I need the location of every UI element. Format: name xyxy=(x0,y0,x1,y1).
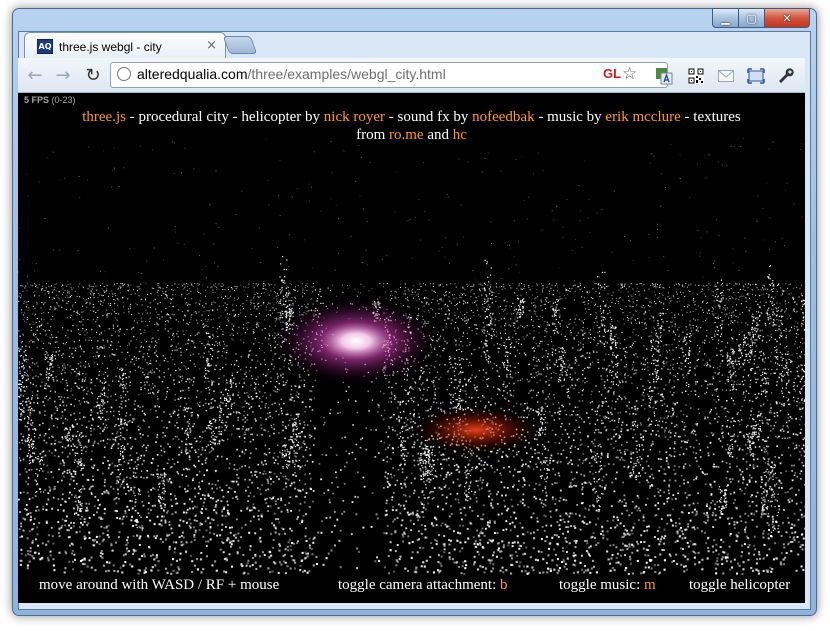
maximize-button[interactable]: ▢ xyxy=(739,8,765,28)
link-hc[interactable]: hc xyxy=(453,127,467,143)
help-music-key: m xyxy=(644,577,656,593)
webgl-viewport[interactable]: 5 FPS (0-23) three.js - procedural city … xyxy=(18,93,805,603)
link-threejs[interactable]: three.js xyxy=(82,109,126,125)
translate-icon[interactable] xyxy=(654,66,674,86)
url-path: /three/examples/webgl_city.html xyxy=(247,66,446,82)
globe-icon xyxy=(117,67,131,81)
info-text-4: - textures xyxy=(680,109,741,125)
tab-title: three.js webgl - city xyxy=(59,39,162,54)
forward-icon[interactable]: → xyxy=(52,64,74,86)
info-text-2: - sound fx by xyxy=(385,109,473,125)
caption-buttons: ▁ ▢ ✕ xyxy=(712,8,810,28)
fps-range: (0-23) xyxy=(51,95,76,105)
url-host: alteredqualia.com xyxy=(137,66,248,82)
info-text-6: and xyxy=(423,127,453,143)
helicopter xyxy=(416,408,536,452)
star-icon[interactable]: ☆ xyxy=(622,64,637,84)
link-rome[interactable]: ro.me xyxy=(389,127,424,143)
tab-close-icon[interactable]: × xyxy=(206,38,217,53)
info-text-3: - music by xyxy=(534,109,606,125)
toolbar: ← → ↻ alteredqualia.com/three/examples/w… xyxy=(18,58,805,93)
reload-icon[interactable]: ↻ xyxy=(82,64,104,86)
help-camera-key: b xyxy=(500,577,508,593)
fullscreen-icon[interactable] xyxy=(746,66,766,86)
wrench-icon[interactable] xyxy=(776,66,796,86)
pink-light-glow xyxy=(276,299,436,383)
link-nofeedbak[interactable]: nofeedbak xyxy=(472,109,534,125)
fps-value: 5 FPS xyxy=(24,95,50,105)
fps-counter: 5 FPS (0-23) xyxy=(24,95,76,105)
address-bar[interactable]: alteredqualia.com/three/examples/webgl_c… xyxy=(110,62,668,88)
controls-help: move around with WASD / RF + mouse toggl… xyxy=(18,577,805,597)
help-move: move around with WASD / RF + mouse xyxy=(39,577,280,593)
info-text-5: from xyxy=(356,127,389,143)
help-music: toggle music: m xyxy=(559,577,656,594)
tab-active[interactable]: AQ three.js webgl - city × xyxy=(24,32,226,60)
link-nick-royer[interactable]: nick royer xyxy=(324,109,385,125)
back-icon[interactable]: ← xyxy=(24,64,46,86)
webgl-badge[interactable]: GL xyxy=(603,66,621,81)
minimize-button[interactable]: ▁ xyxy=(712,8,739,28)
close-window-button[interactable]: ✕ xyxy=(765,8,810,28)
help-helicopter: toggle helicopter xyxy=(689,577,791,593)
link-erik-mcclure[interactable]: erik mcclure xyxy=(605,109,680,125)
favicon-icon: AQ xyxy=(37,39,53,54)
city-point-cloud[interactable] xyxy=(18,93,805,603)
info-text-1: - procedural city - helicopter by xyxy=(125,109,324,125)
help-music-text: toggle music: xyxy=(559,577,644,593)
info-caption: three.js - procedural city - helicopter … xyxy=(18,108,805,144)
qr-code-icon[interactable] xyxy=(686,66,706,86)
url-text[interactable]: alteredqualia.com/three/examples/webgl_c… xyxy=(137,66,446,82)
help-camera-text: toggle camera attachment: xyxy=(338,577,501,593)
mail-icon[interactable] xyxy=(716,66,736,86)
help-camera: toggle camera attachment: b xyxy=(338,577,508,594)
